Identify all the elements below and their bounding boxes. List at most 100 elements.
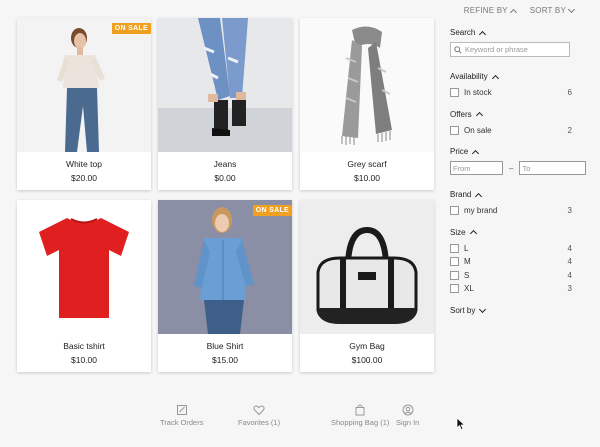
product-image-gym-bag [300,200,434,334]
filter-offers-header[interactable]: Offers [450,109,572,120]
search-icon [454,45,462,54]
shopping-bag-button[interactable]: Shopping Bag (1) [331,404,389,427]
range-separator: – [509,163,514,173]
nav-label: Shopping Bag (1) [331,418,390,427]
filter-option-my-brand[interactable]: my brand 3 [450,204,572,218]
filter-brand-header[interactable]: Brand [450,190,572,200]
track-orders-button[interactable]: Track Orders [160,404,203,427]
filter-option-size-m[interactable]: M 4 [450,255,572,269]
mouse-cursor-icon [456,417,466,431]
filter-search-header[interactable]: Search [450,28,572,38]
checkbox[interactable] [450,88,459,98]
nav-label: Sign In [396,418,420,427]
chevron-up-icon [469,229,477,238]
refine-by-button[interactable]: REFINE BY [463,6,517,16]
option-count: 2 [567,125,572,135]
checkbox[interactable] [450,257,459,267]
search-input[interactable] [465,45,561,54]
nav-label: Track Orders [160,418,204,427]
product-name: Blue Shirt [206,341,244,351]
product-price: $10.00 [71,355,97,365]
filter-title: Price [450,147,469,156]
filter-panel: Search Availability In stock 6 Offers On… [450,28,587,320]
checkbox[interactable] [450,243,459,253]
shopping-bag-icon [355,404,365,416]
checkbox[interactable] [450,284,459,294]
product-image-basic-tshirt [17,200,151,334]
filter-title: Search [450,28,476,37]
filter-title: Sort by [450,305,476,315]
checkbox[interactable] [450,206,459,216]
sort-by-button[interactable]: SORT BY [529,5,576,15]
sale-badge: ON SALE [111,23,151,34]
sort-by-header[interactable]: Sort by [450,305,572,315]
sort-by-label: SORT BY [529,6,566,15]
option-count: 4 [567,270,572,280]
option-label: In stock [464,88,492,98]
search-box [450,42,570,57]
product-card-gym-bag[interactable]: Gym Bag $100.00 [300,200,434,372]
product-image-grey-scarf [300,18,434,152]
filter-title: Size [450,227,466,237]
price-to-input[interactable] [519,161,587,175]
option-label: L [464,243,469,253]
checkbox[interactable] [450,125,459,135]
option-count: 3 [567,206,572,216]
option-label: XL [464,284,474,294]
filter-option-in-stock[interactable]: In stock 6 [450,86,572,100]
option-label: On sale [464,125,492,135]
product-price: $15.00 [212,355,238,365]
sign-in-button[interactable]: Sign In [396,404,419,427]
filter-title: Brand [450,190,472,199]
checkbox[interactable] [450,270,459,280]
filter-option-on-sale[interactable]: On sale 2 [450,124,572,138]
filter-option-size-s[interactable]: S 4 [450,269,572,283]
track-orders-icon [176,405,187,415]
product-name: Jeans [213,159,237,169]
option-count: 3 [567,284,572,294]
chevron-down-icon [567,5,576,14]
product-name: Basic tshirt [63,341,105,351]
chevron-up-icon [472,149,480,157]
chevron-up-icon [509,8,517,16]
product-grid: ON SALE White top $20.00 Jeans $0.00 Gre… [17,18,434,373]
nav-label: Favorites (1) [238,418,281,427]
filter-option-size-l[interactable]: L 4 [450,242,572,256]
product-card-white-top[interactable]: ON SALE White top $20.00 [17,18,151,190]
product-image-jeans [158,18,292,152]
product-price: $100.00 [351,355,383,365]
price-from-input[interactable] [450,161,503,175]
product-card-basic-tshirt[interactable]: Basic tshirt $10.00 [17,200,151,372]
option-count: 4 [567,257,572,267]
filter-availability-header[interactable]: Availability [450,72,572,82]
filter-title: Offers [450,109,472,119]
product-name: Grey scarf [347,159,387,169]
sale-badge: ON SALE [252,205,292,216]
refine-by-label: REFINE BY [463,6,508,15]
filter-price-header[interactable]: Price [450,147,572,157]
favorites-button[interactable]: Favorites (1) [238,404,280,427]
heart-icon [253,405,265,416]
chevron-up-icon [491,74,499,82]
product-card-grey-scarf[interactable]: Grey scarf $10.00 [300,18,434,190]
product-card-blue-shirt[interactable]: ON SALE Blue Shirt $15.00 [158,200,292,372]
filter-title: Availability [450,72,488,81]
product-card-jeans[interactable]: Jeans $0.00 [158,18,292,190]
chevron-up-icon [475,111,483,120]
product-image-white-top [17,18,151,152]
product-image-blue-shirt [158,200,292,334]
product-price: $10.00 [354,173,380,183]
option-count: 6 [567,88,572,98]
filter-size-header[interactable]: Size [450,227,572,238]
user-icon [402,404,414,416]
product-name: White top [66,159,102,169]
chevron-up-icon [479,30,487,38]
top-bar: REFINE BY SORT BY [463,5,576,16]
chevron-up-icon [475,192,483,200]
filter-option-size-xl[interactable]: XL 3 [450,282,572,296]
option-label: S [464,270,470,280]
bottom-nav: Track Orders Favorites (1) Shopping Bag … [150,404,440,434]
option-count: 4 [567,243,572,253]
chevron-down-icon [479,305,487,313]
product-name: Gym Bag [349,341,385,351]
